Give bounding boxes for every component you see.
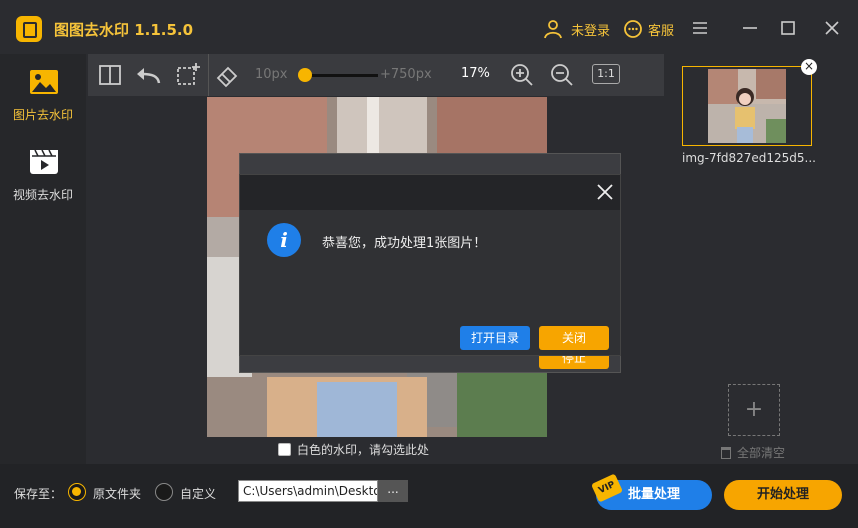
eraser-icon[interactable] (214, 61, 242, 89)
sidebar-item-label: 图片去水印 (12, 108, 73, 122)
browse-button[interactable]: ... (378, 480, 408, 502)
batch-process-button[interactable]: VIP 批量处理 (590, 473, 712, 510)
radio-custom-label[interactable]: 自定义 (180, 485, 216, 502)
output-path-input[interactable]: C:\Users\admin\Desktop (238, 480, 378, 502)
sidebar-item-video-watermark[interactable]: 视频去水印 (0, 134, 86, 212)
dialog-close-icon[interactable] (595, 182, 615, 202)
close-window-icon[interactable] (822, 18, 842, 38)
trash-icon (721, 447, 731, 459)
file-list-panel: × img-7fd827ed125d5... + 全部清空 (664, 54, 858, 464)
menu-icon[interactable] (690, 18, 710, 38)
dialog-message: 恭喜您，成功处理1张图片！ (322, 236, 487, 251)
crop-select-icon[interactable] (174, 61, 202, 89)
zoom-out-icon[interactable] (548, 61, 576, 89)
dialog-close-button[interactable]: 关闭 (539, 326, 609, 350)
file-thumbnail[interactable] (682, 66, 812, 146)
open-directory-button[interactable]: 打开目录 (460, 326, 530, 350)
compare-view-icon[interactable] (96, 61, 124, 89)
remove-file-icon[interactable]: × (801, 59, 817, 75)
dialog-header (240, 175, 620, 210)
brush-size-max: +750px (380, 67, 432, 82)
toolbar: 10px +750px 17% 1:1 (88, 54, 664, 96)
video-icon (30, 149, 58, 174)
thumbnail-image (708, 69, 786, 143)
sidebar: 图片去水印 视频去水印 (0, 54, 86, 464)
add-file-button[interactable]: + (728, 384, 780, 436)
sidebar-item-label: 视频去水印 (12, 188, 73, 202)
white-watermark-label: 白色的水印，请勾选此处 (297, 443, 430, 457)
app-logo-icon (16, 16, 42, 42)
app-window: 图图去水印 1.1.5.0 未登录 客服 图片去水印 视频去水印 10px +7… (0, 0, 858, 528)
user-icon[interactable] (543, 19, 563, 39)
radio-original-folder-label[interactable]: 原文件夹 (93, 485, 141, 502)
bottom-bar: 保存至： 原文件夹 自定义 C:\Users\admin\Desktop ...… (0, 464, 858, 528)
clear-all-label: 全部清空 (737, 446, 786, 460)
white-watermark-option[interactable]: 白色的水印，请勾选此处 (278, 441, 429, 458)
maximize-icon[interactable] (778, 18, 798, 38)
batch-process-label: 批量处理 (627, 487, 680, 502)
radio-custom[interactable] (155, 483, 173, 501)
vip-badge: VIP (590, 473, 624, 503)
radio-original-folder[interactable] (68, 483, 86, 501)
customer-service-icon[interactable] (623, 19, 643, 39)
brush-size-slider-thumb[interactable] (298, 68, 312, 82)
start-process-button[interactable]: 开始处理 (724, 480, 842, 510)
undo-icon[interactable] (134, 61, 162, 89)
file-name: img-7fd827ed125d5... (682, 151, 816, 165)
actual-size-button[interactable]: 1:1 (592, 64, 620, 84)
image-icon (30, 70, 58, 94)
minimize-icon[interactable] (740, 18, 760, 38)
app-title: 图图去水印 1.1.5.0 (54, 21, 194, 39)
zoom-in-icon[interactable] (508, 61, 536, 89)
login-link[interactable]: 未登录 (571, 20, 610, 39)
sidebar-item-image-watermark[interactable]: 图片去水印 (0, 54, 86, 132)
save-to-label: 保存至： (14, 487, 63, 501)
toolbar-divider (208, 54, 209, 96)
success-dialog: i 恭喜您，成功处理1张图片！ 打开目录 关闭 (239, 174, 621, 356)
customer-service-link[interactable]: 客服 (648, 20, 674, 39)
white-watermark-checkbox[interactable] (278, 443, 291, 456)
brush-size-min: 10px (255, 67, 288, 82)
clear-all-button[interactable]: 全部清空 (721, 444, 785, 461)
zoom-level: 17% (461, 66, 490, 81)
info-icon: i (267, 223, 301, 257)
title-bar: 图图去水印 1.1.5.0 未登录 客服 (0, 0, 858, 54)
